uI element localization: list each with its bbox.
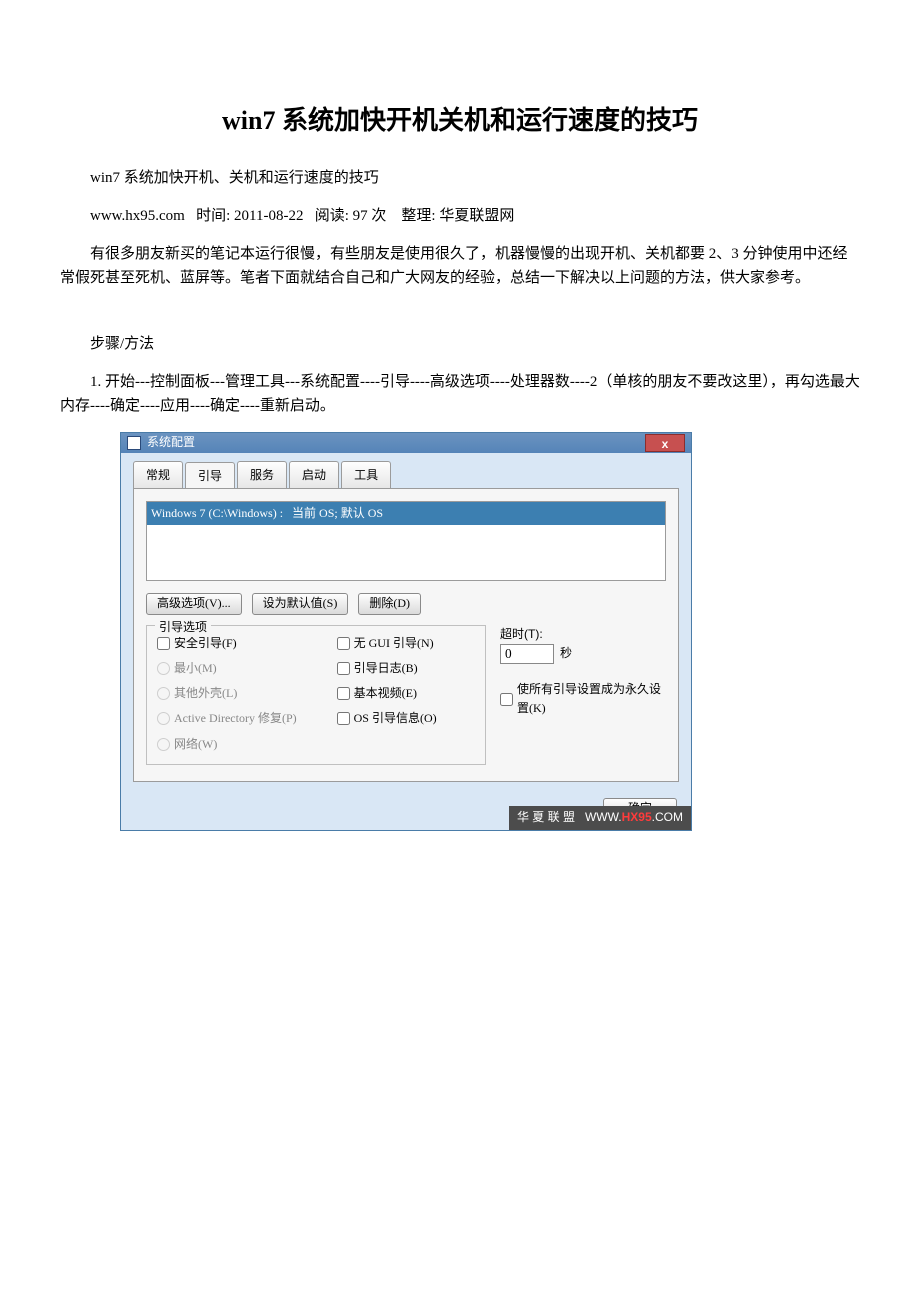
boot-options-group-title: 引导选项 (155, 618, 211, 637)
bottom-button-row: 确定 华 夏 联 盟 WWW.HX95.COM (121, 792, 691, 830)
meta-org-value: 华夏联盟网 (439, 208, 514, 224)
os-entry-extra: 当前 OS; 默认 OS (292, 506, 383, 520)
tab-services[interactable]: 服务 (237, 461, 287, 488)
tab-startup[interactable]: 启动 (289, 461, 339, 488)
ad-repair-radio: Active Directory 修复(P) (157, 709, 297, 728)
base-video-input[interactable] (337, 687, 350, 700)
watermark-url-red: HX95 (622, 810, 652, 824)
timeout-block: 超时(T): 秒 (500, 625, 666, 664)
os-boot-info-label: OS 引导信息(O) (354, 709, 437, 728)
ad-repair-input (157, 712, 170, 725)
boot-log-input[interactable] (337, 662, 350, 675)
base-video-checkbox[interactable]: 基本视频(E) (337, 684, 437, 703)
os-listbox[interactable]: Windows 7 (C:\Windows) : 当前 OS; 默认 OS (146, 501, 666, 581)
meta-site: www.hx95.com (90, 208, 185, 224)
permanent-input[interactable] (500, 693, 513, 706)
no-gui-label: 无 GUI 引导(N) (354, 634, 434, 653)
timeout-unit: 秒 (560, 644, 572, 663)
meta-time-label: 时间: (196, 208, 230, 224)
boot-panel: Windows 7 (C:\Windows) : 当前 OS; 默认 OS 高级… (133, 488, 679, 782)
titlebar: 系统配置 x (121, 433, 691, 453)
base-video-label: 基本视频(E) (354, 684, 417, 703)
timeout-input[interactable] (500, 644, 554, 664)
tab-boot[interactable]: 引导 (185, 462, 235, 489)
meta-read-label: 阅读: (315, 208, 349, 224)
minimal-radio: 最小(M) (157, 659, 297, 678)
timeout-label: 超时(T): (500, 625, 666, 644)
steps-header: 步骤/方法 (60, 332, 860, 356)
article-meta: www.hx95.com 时间: 2011-08-22 阅读: 97 次 整理:… (60, 204, 860, 228)
os-entry-name: Windows 7 (C:\Windows) : (151, 506, 283, 520)
delete-button[interactable]: 删除(D) (358, 593, 421, 615)
network-label: 网络(W) (174, 735, 217, 754)
safe-boot-input[interactable] (157, 637, 170, 650)
os-entry[interactable]: Windows 7 (C:\Windows) : 当前 OS; 默认 OS (147, 502, 665, 525)
meta-read-value: 97 次 (353, 208, 387, 224)
os-boot-info-input[interactable] (337, 712, 350, 725)
minimal-input (157, 662, 170, 675)
close-button[interactable]: x (645, 434, 685, 452)
watermark-brand: 华 夏 联 盟 (517, 808, 575, 827)
article-title: win7 系统加快开机关机和运行速度的技巧 (60, 100, 860, 142)
watermark-url-suffix: .COM (652, 810, 683, 824)
boot-options-group: 引导选项 安全引导(F) 最小(M) 其他外壳(L) (146, 625, 486, 765)
alt-shell-input (157, 687, 170, 700)
boot-log-label: 引导日志(B) (354, 659, 418, 678)
permanent-label: 使所有引导设置成为永久设置(K) (517, 680, 666, 718)
article-intro: 有很多朋友新买的笔记本运行很慢，有些朋友是使用很久了，机器慢慢的出现开机、关机都… (60, 242, 860, 290)
no-gui-checkbox[interactable]: 无 GUI 引导(N) (337, 634, 437, 653)
article-subtitle: win7 系统加快开机、关机和运行速度的技巧 (60, 166, 860, 190)
set-default-button[interactable]: 设为默认值(S) (252, 593, 349, 615)
app-icon (127, 436, 141, 450)
system-config-window: www.bdocx.com 系统配置 x 常规 引导 服务 启动 工具 Wind… (120, 432, 692, 831)
meta-org-label: 整理: (401, 208, 435, 224)
step-1: 1. 开始---控制面板---管理工具---系统配置----引导----高级选项… (60, 370, 860, 418)
tab-general[interactable]: 常规 (133, 461, 183, 488)
os-boot-info-checkbox[interactable]: OS 引导信息(O) (337, 709, 437, 728)
minimal-label: 最小(M) (174, 659, 217, 678)
window-title: 系统配置 (147, 433, 195, 452)
boot-log-checkbox[interactable]: 引导日志(B) (337, 659, 437, 678)
ad-repair-label: Active Directory 修复(P) (174, 709, 297, 728)
watermark-url-prefix: WWW. (585, 810, 622, 824)
network-radio: 网络(W) (157, 735, 297, 754)
tabs-bar: 常规 引导 服务 启动 工具 (133, 461, 691, 488)
permanent-checkbox[interactable]: 使所有引导设置成为永久设置(K) (500, 680, 666, 718)
no-gui-input[interactable] (337, 637, 350, 650)
network-input (157, 738, 170, 751)
meta-time-value: 2011-08-22 (234, 208, 303, 224)
advanced-options-button[interactable]: 高级选项(V)... (146, 593, 242, 615)
watermark-band: 华 夏 联 盟 WWW.HX95.COM (509, 806, 691, 830)
mid-button-row: 高级选项(V)... 设为默认值(S) 删除(D) (146, 593, 666, 615)
alt-shell-label: 其他外壳(L) (174, 684, 237, 703)
tab-tools[interactable]: 工具 (341, 461, 391, 488)
alt-shell-radio: 其他外壳(L) (157, 684, 297, 703)
